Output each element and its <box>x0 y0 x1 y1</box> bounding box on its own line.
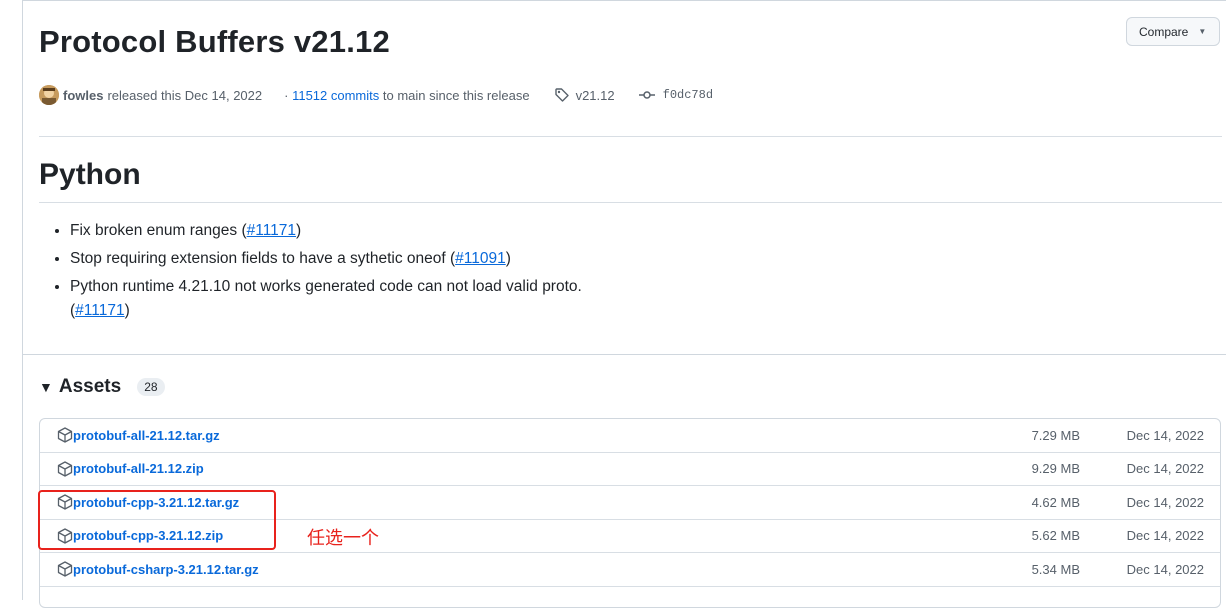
asset-date: Dec 14, 2022 <box>1126 494 1204 510</box>
commit-icon <box>638 91 655 99</box>
assets-count-badge: 28 <box>137 378 165 396</box>
asset-size: 9.29 MB <box>1031 461 1080 477</box>
asset-link[interactable]: protobuf-all-21.12.tar.gz <box>73 428 220 443</box>
asset-row: protobuf-csharp-3.21.12.tar.gz 5.34 MB D… <box>40 553 1220 587</box>
package-icon <box>57 427 73 443</box>
tag-link[interactable]: v21.12 <box>554 87 615 103</box>
avatar[interactable] <box>39 85 59 105</box>
list-item: Stop requiring extension fields to have … <box>70 247 690 271</box>
commits-info: · 11512 commits to main since this relea… <box>284 87 530 103</box>
note-suffix: ) <box>505 250 511 267</box>
note-suffix: ) <box>296 222 302 239</box>
asset-size: 7.29 MB <box>1031 427 1080 443</box>
commits-suffix: to main since this release <box>382 87 530 103</box>
asset-size: 5.62 MB <box>1031 528 1080 544</box>
author-link[interactable]: fowles <box>63 88 103 103</box>
asset-date: Dec 14, 2022 <box>1126 427 1204 443</box>
note-suffix: ) <box>124 302 130 319</box>
divider <box>22 354 1226 355</box>
annotation-highlight-box <box>38 490 276 550</box>
notes-heading: Python <box>39 158 141 191</box>
release-notes-list: Fix broken enum ranges (#11171) Stop req… <box>50 219 690 327</box>
tag-icon <box>554 88 569 102</box>
issue-link[interactable]: #11091 <box>455 250 506 267</box>
asset-size: 4.62 MB <box>1031 494 1080 510</box>
chevron-down-icon: ▼ <box>1198 27 1207 36</box>
package-icon <box>57 460 73 477</box>
asset-link[interactable]: protobuf-all-21.12.zip <box>73 461 204 476</box>
package-icon <box>57 561 73 577</box>
issue-link[interactable]: #11171 <box>75 302 124 319</box>
asset-row: protobuf-all-21.12.tar.gz 7.29 MB Dec 14… <box>40 419 1220 453</box>
compare-button[interactable]: Compare ▼ <box>1126 17 1220 46</box>
note-text: Python runtime 4.21.10 not works generat… <box>70 278 582 295</box>
divider <box>39 202 1222 203</box>
release-title[interactable]: Protocol Buffers v21.12 <box>39 22 390 62</box>
asset-date: Dec 14, 2022 <box>1126 561 1204 577</box>
asset-date: Dec 14, 2022 <box>1126 461 1204 477</box>
compare-button-label: Compare <box>1139 24 1189 39</box>
asset-date: Dec 14, 2022 <box>1126 528 1204 544</box>
asset-row: protobuf-all-21.12.zip 9.29 MB Dec 14, 2… <box>40 453 1220 486</box>
assets-header[interactable]: ▼ Assets 28 <box>39 376 165 398</box>
commits-link[interactable]: 11512 commits <box>292 88 379 103</box>
release-meta: fowles released this Dec 14, 2022 · 1151… <box>39 83 799 107</box>
released-text: released this Dec 14, 2022 <box>107 87 263 103</box>
commit-link[interactable]: f0dc78d <box>638 87 714 103</box>
note-text: Stop requiring extension fields to have … <box>70 250 456 267</box>
list-item: Python runtime 4.21.10 not works generat… <box>70 275 690 323</box>
asset-size: 5.34 MB <box>1031 561 1080 577</box>
note-text: Fix broken enum ranges ( <box>70 222 247 239</box>
tag-label: v21.12 <box>575 87 615 103</box>
divider <box>39 136 1222 137</box>
assets-title: Assets <box>58 376 122 397</box>
annotation-text: 任选一个 <box>307 528 379 549</box>
asset-link[interactable]: protobuf-csharp-3.21.12.tar.gz <box>73 562 259 577</box>
commit-sha: f0dc78d <box>662 88 714 102</box>
issue-link[interactable]: #11171 <box>247 222 296 239</box>
list-item: Fix broken enum ranges (#11171) <box>70 219 690 243</box>
caret-down-icon[interactable]: ▼ <box>39 379 53 395</box>
